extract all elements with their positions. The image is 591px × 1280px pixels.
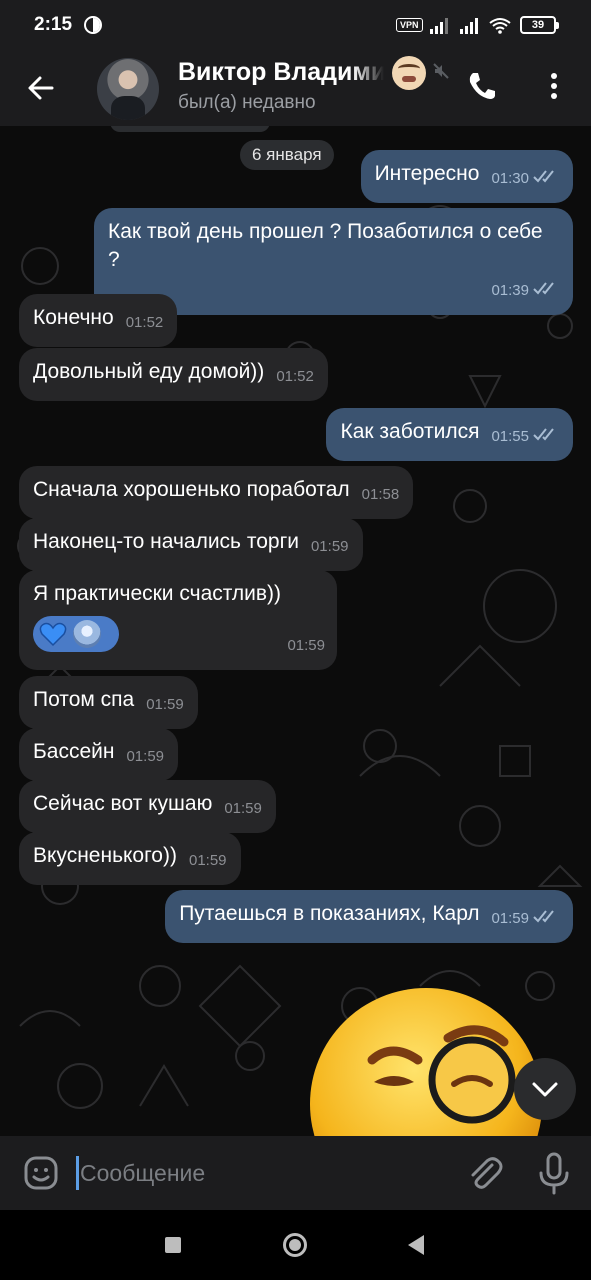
vpn-icon: VPN	[396, 18, 423, 32]
emoji-status-icon	[392, 56, 426, 90]
chevron-down-icon	[532, 1082, 558, 1097]
message-list[interactable]: 6 января Интересно 01:30 Как твой день пр…	[0, 126, 591, 1136]
message-text: Интересно	[374, 162, 480, 185]
previous-message-edge	[110, 126, 270, 132]
system-nav-bar	[0, 1210, 591, 1280]
contact-avatar[interactable]	[97, 58, 159, 120]
message-text: Сначала хорошенько поработал	[33, 478, 350, 501]
message-time: 01:52	[125, 314, 164, 331]
message-time: 01:55	[491, 428, 529, 445]
muted-icon	[433, 63, 449, 79]
message-time: 01:59	[126, 748, 165, 765]
signal-roaming-icon	[460, 18, 478, 34]
message-incoming[interactable]: Вкусненького)) 01:59	[19, 832, 241, 885]
scroll-to-bottom-button[interactable]	[514, 1058, 576, 1120]
back-arrow-icon[interactable]	[22, 68, 62, 108]
double-check-icon	[533, 428, 554, 441]
recent-apps-icon[interactable]	[165, 1237, 181, 1253]
message-time: 01:30	[491, 170, 529, 187]
double-check-icon	[533, 170, 554, 183]
message-incoming[interactable]: Сейчас вот кушаю 01:59	[19, 780, 276, 833]
message-text: Довольный еду домой))	[33, 360, 265, 383]
message-time: 01:59	[146, 696, 184, 713]
message-time: 01:59	[491, 910, 529, 927]
message-incoming[interactable]: Конечно 01:52	[19, 294, 178, 347]
phone-icon[interactable]	[464, 68, 500, 104]
status-time: 2:15	[34, 14, 73, 35]
message-incoming[interactable]: Наконец-то начались торги 01:59	[19, 518, 363, 571]
message-outgoing[interactable]: Как заботился 01:55	[326, 408, 573, 461]
message-text: Конечно	[33, 306, 114, 329]
microphone-icon[interactable]	[536, 1151, 572, 1195]
message-incoming[interactable]: Довольный еду домой)) 01:52	[19, 348, 328, 401]
double-check-icon	[533, 282, 554, 295]
contact-status: был(а) недавно	[178, 92, 316, 113]
message-incoming[interactable]: Бассейн 01:59	[19, 728, 179, 781]
battery-icon: 39	[520, 16, 559, 34]
message-outgoing[interactable]: Интересно 01:30	[360, 150, 573, 203]
double-check-icon	[533, 910, 554, 923]
message-text: Бассейн	[33, 740, 115, 763]
blue-heart-icon	[39, 622, 67, 647]
status-bar: 2:15 VPN 39	[0, 0, 591, 52]
message-text: Как твой день прошел ? Позаботился о себ…	[108, 220, 543, 271]
message-time: 01:59	[310, 538, 349, 555]
message-text: Потом спа	[33, 688, 135, 711]
message-time: 01:59	[287, 637, 325, 654]
message-incoming[interactable]: Я практически счастлив)) 01:59	[19, 570, 337, 670]
contact-name[interactable]: Виктор Владими	[178, 58, 384, 87]
message-time: 01:39	[491, 282, 529, 299]
wifi-icon	[489, 18, 511, 34]
paperclip-icon[interactable]	[464, 1153, 504, 1193]
message-composer	[0, 1136, 591, 1210]
data-saver-icon	[84, 16, 102, 34]
date-separator: 6 января	[240, 140, 334, 170]
chat-header: Виктор Владими был(а) недавно	[0, 52, 591, 126]
kebab-menu-icon[interactable]	[540, 68, 568, 104]
system-back-icon[interactable]	[408, 1235, 424, 1255]
message-text: Путаешься в показаниях, Карл	[179, 902, 480, 925]
home-icon[interactable]	[283, 1233, 307, 1257]
message-text: Как заботился	[340, 420, 480, 443]
emoji-icon[interactable]	[22, 1154, 60, 1192]
message-time: 01:59	[224, 800, 262, 817]
message-text: Вкусненького))	[33, 844, 177, 867]
text-caret	[76, 1156, 79, 1190]
message-input[interactable]	[80, 1156, 440, 1190]
message-text: Сейчас вот кушаю	[33, 792, 213, 815]
message-time: 01:58	[361, 486, 400, 503]
message-incoming[interactable]: Потом спа 01:59	[19, 676, 198, 729]
message-time: 01:59	[188, 852, 227, 869]
message-outgoing[interactable]: Путаешься в показаниях, Карл 01:59	[165, 890, 573, 943]
message-time: 01:52	[276, 368, 314, 385]
message-text: Наконец-то начались торги	[33, 530, 299, 553]
reaction-pill[interactable]	[33, 616, 119, 652]
signal-icon	[430, 18, 448, 34]
message-incoming[interactable]: Сначала хорошенько поработал 01:58	[19, 466, 414, 519]
message-text: Я практически счастлив))	[33, 582, 282, 605]
reactor-avatar	[73, 620, 101, 648]
